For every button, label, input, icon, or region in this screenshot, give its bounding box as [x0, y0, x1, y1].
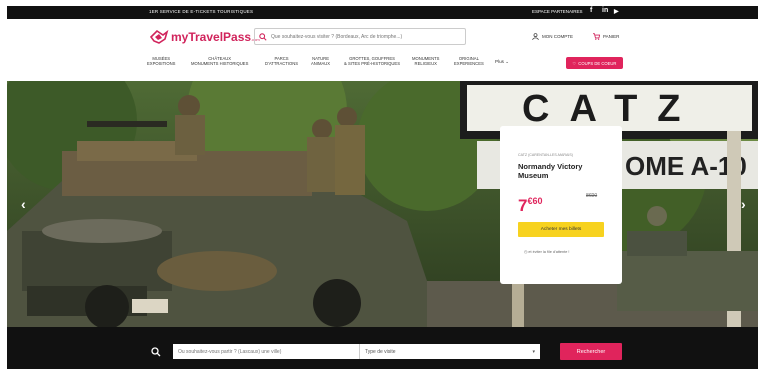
- favorites-button[interactable]: ♡ COUPS DE COEUR: [566, 57, 623, 69]
- promo-text: 1ER SERVICE DE E-TICKETS TOURISTIQUES: [149, 9, 254, 14]
- offer-price: 7€60: [518, 196, 543, 216]
- heart-icon: ♡: [572, 60, 577, 66]
- search-submit-button[interactable]: Rechercher: [560, 343, 622, 360]
- offer-title[interactable]: Normandy Victory Museum: [518, 162, 608, 180]
- search-icon: [259, 32, 267, 41]
- facebook-icon[interactable]: f: [590, 7, 592, 14]
- cart-icon: [593, 33, 600, 40]
- header-search[interactable]: [254, 28, 466, 45]
- nav-item-parks[interactable]: PARCS D'ATTRACTIONS: [265, 56, 298, 66]
- sign-text: CATZ: [522, 88, 701, 130]
- prev-slide-arrow[interactable]: ‹: [21, 196, 26, 212]
- linkedin-icon[interactable]: in: [602, 7, 608, 14]
- chevron-down-icon: ▾: [532, 348, 535, 355]
- logo-text: myTravelPass: [171, 30, 252, 44]
- user-icon: [532, 33, 539, 40]
- bottom-search-bar: Type de visite ▾ Rechercher: [7, 327, 758, 369]
- offer-location: CATZ (CARENTAN-LES-MARAIS): [518, 153, 573, 157]
- account-link[interactable]: MON COMPTE: [532, 33, 573, 40]
- nav-item-religious[interactable]: MONUMENTS RELIGIEUX: [412, 56, 439, 66]
- hero-photo: CATZ OME A-10: [7, 81, 758, 327]
- next-slide-arrow[interactable]: ›: [741, 196, 746, 212]
- nav-item-castles[interactable]: CHÂTEAUX MONUMENTS HISTORIQUES: [191, 56, 248, 66]
- skip-queue-text: ◷ et éviter la file d'attente !: [524, 250, 570, 254]
- search-icon: [151, 347, 161, 357]
- top-bar: 1ER SERVICE DE E-TICKETS TOURISTIQUES ES…: [7, 6, 758, 19]
- cart-label: PANIER: [603, 34, 620, 39]
- featured-offer-card: CATZ (CARENTAN-LES-MARAIS) Normandy Vict…: [500, 126, 622, 284]
- visit-type-label: Type de visite: [365, 348, 396, 355]
- offer-old-price: 8€00: [586, 193, 598, 199]
- nav-item-original[interactable]: ORIGINAL EXPERIENCES: [454, 56, 484, 66]
- hero-banner: CATZ OME A-10 ‹ › CATZ (CARENTAN-LES-MAR…: [7, 81, 758, 327]
- nav-item-nature[interactable]: NATURE ANIMAUX: [311, 56, 330, 66]
- clock-icon: ◷: [524, 250, 528, 254]
- search-input[interactable]: [271, 33, 461, 40]
- chevron-down-icon: ⌄: [505, 59, 510, 64]
- visit-type-select[interactable]: Type de visite ▾: [359, 344, 540, 359]
- offer-price-cents: €60: [527, 196, 543, 206]
- category-nav: MUSÉES EXPOSITIONS CHÂTEAUX MONUMENTS HIST…: [7, 56, 758, 74]
- buy-tickets-button[interactable]: Acheter mes billets: [518, 222, 604, 237]
- nav-item-caves[interactable]: GROTTES, GOUFFRES & SITES PRÉ-HISTORIQUES: [344, 56, 400, 66]
- destination-input[interactable]: [173, 344, 359, 359]
- nav-more[interactable]: Plus ⌄: [495, 59, 509, 64]
- site-logo[interactable]: myTravelPass.com: [149, 29, 260, 45]
- logo-mark-icon: [149, 29, 169, 44]
- youtube-icon[interactable]: ▶: [614, 8, 619, 15]
- partner-space-link[interactable]: ESPACE PARTENAIRES: [532, 9, 583, 14]
- cart-link[interactable]: PANIER: [593, 33, 619, 40]
- nav-item-museums[interactable]: MUSÉES EXPOSITIONS: [147, 56, 175, 66]
- account-label: MON COMPTE: [542, 34, 573, 39]
